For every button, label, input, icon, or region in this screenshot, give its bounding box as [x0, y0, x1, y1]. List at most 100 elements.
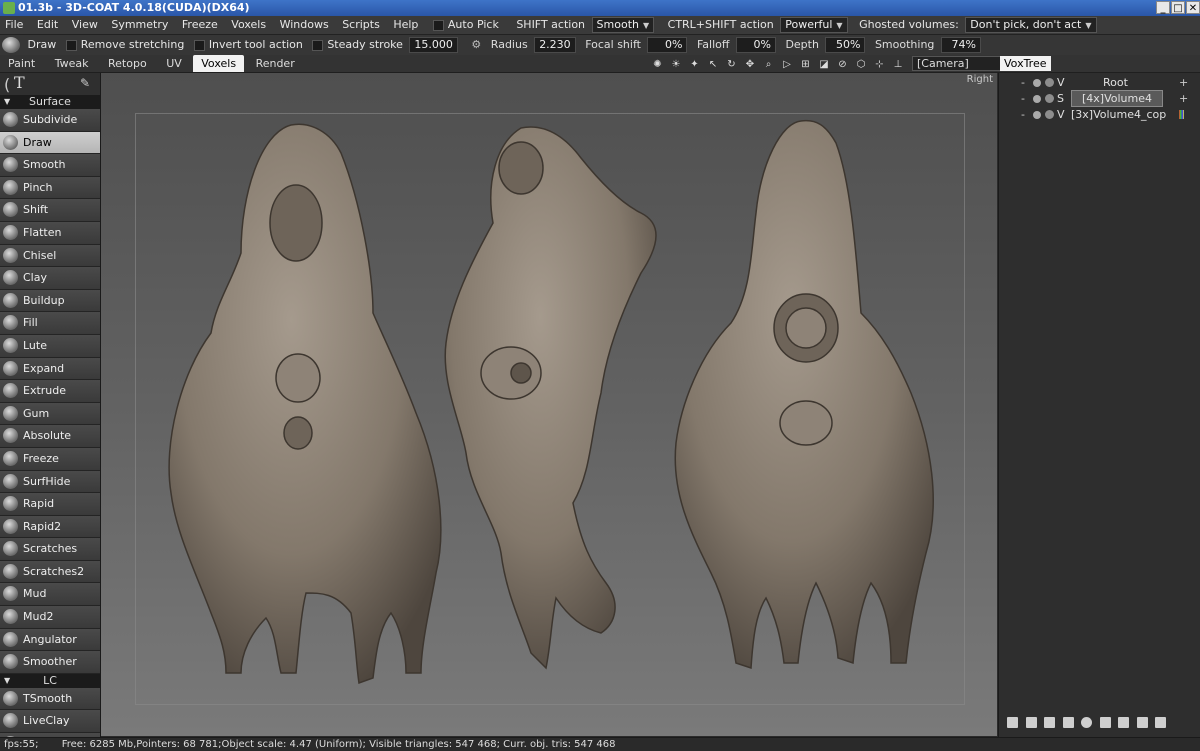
visibility-eye-icon[interactable]: [1033, 111, 1041, 119]
menu-symmetry[interactable]: Symmetry: [106, 16, 173, 34]
depth-field[interactable]: 50%: [825, 37, 866, 53]
menu-edit[interactable]: Edit: [32, 16, 63, 34]
clone-layer-icon[interactable]: [1044, 717, 1055, 728]
tool-mud[interactable]: Mud: [0, 583, 100, 607]
options-layer-icon[interactable]: [1155, 717, 1166, 728]
ghost-sphere-icon[interactable]: [1045, 94, 1054, 103]
brush-icon[interactable]: (: [4, 75, 10, 94]
axis-icon[interactable]: ⊥: [892, 58, 905, 71]
tab-voxtree[interactable]: VoxTree: [1000, 56, 1051, 71]
tool-gum[interactable]: Gum: [0, 402, 100, 426]
split-layer-icon[interactable]: [1136, 717, 1148, 728]
visibility-eye-icon[interactable]: [1033, 95, 1041, 103]
cube-icon[interactable]: ⬡: [855, 58, 868, 71]
section-surface[interactable]: ▼ Surface: [0, 95, 100, 109]
steady-stroke-checkbox[interactable]: [312, 39, 324, 51]
tab-tweak[interactable]: Tweak: [47, 55, 97, 72]
lighting-icon[interactable]: ✦: [688, 58, 701, 71]
collapse-icon[interactable]: -: [1021, 91, 1025, 106]
pointer-icon[interactable]: ↖: [707, 58, 720, 71]
collapse-icon[interactable]: -: [1021, 107, 1025, 122]
light-icon[interactable]: ✺: [651, 58, 664, 71]
visibility-eye-icon[interactable]: [1033, 79, 1041, 87]
focal-shift-field[interactable]: 0%: [647, 37, 688, 53]
no-icon[interactable]: ⊘: [836, 58, 849, 71]
smoothing-field[interactable]: 74%: [940, 37, 981, 53]
tool-expand[interactable]: Expand: [0, 357, 100, 381]
tool-lute[interactable]: Lute: [0, 334, 100, 358]
voxtree-row-root[interactable]: - V Root +: [999, 75, 1200, 90]
tool-draw[interactable]: Draw: [0, 131, 100, 155]
tool-scratches[interactable]: Scratches: [0, 538, 100, 561]
tab-retopo[interactable]: Retopo: [100, 55, 155, 72]
tool-liveclay[interactable]: LiveClay: [0, 710, 100, 734]
steady-stroke-field[interactable]: 15.000: [409, 37, 458, 53]
tool-flatten[interactable]: Flatten: [0, 221, 100, 245]
camera-select[interactable]: [Camera]▼: [912, 56, 1015, 71]
add-layer-icon[interactable]: +: [1179, 91, 1188, 106]
menu-windows[interactable]: Windows: [275, 16, 334, 34]
tool-mud2[interactable]: Mud2: [0, 606, 100, 629]
tab-paint[interactable]: Paint: [0, 55, 43, 72]
select-icon[interactable]: ▷: [781, 58, 794, 71]
pen-icon[interactable]: ✎: [80, 76, 90, 90]
tool-buildup[interactable]: Buildup: [0, 289, 100, 313]
move-icon[interactable]: ✥: [744, 58, 757, 71]
menu-file[interactable]: File: [0, 16, 28, 34]
tool-scratches2[interactable]: Scratches2: [0, 560, 100, 584]
sphere-icon[interactable]: [1081, 717, 1092, 728]
voxtree-row-volume4-copy[interactable]: - V [3x]Volume4_cop: [999, 107, 1200, 122]
invert-tool-checkbox[interactable]: [193, 39, 205, 51]
tool-clay[interactable]: Clay: [0, 267, 100, 290]
tab-voxels[interactable]: Voxels: [193, 55, 245, 72]
tool-smooth[interactable]: Smooth: [0, 154, 100, 177]
falloff-field[interactable]: 0%: [735, 37, 776, 53]
text-tool-icon[interactable]: T: [14, 73, 25, 92]
perspective-icon[interactable]: ◪: [818, 58, 831, 71]
copy-layer-icon[interactable]: [1099, 717, 1111, 728]
menu-scripts[interactable]: Scripts: [337, 16, 385, 34]
tool-tsmooth[interactable]: TSmooth: [0, 687, 100, 711]
menu-help[interactable]: Help: [388, 16, 423, 34]
tool-smoother[interactable]: Smoother: [0, 651, 100, 674]
section-lc[interactable]: ▼ LC: [0, 673, 100, 688]
tool-pinch[interactable]: Pinch: [0, 176, 100, 200]
auto-pick-checkbox[interactable]: [432, 19, 444, 31]
tool-fill[interactable]: Fill: [0, 312, 100, 335]
menu-freeze[interactable]: Freeze: [177, 16, 223, 34]
tool-angulator[interactable]: Angulator: [0, 628, 100, 652]
zoom-icon[interactable]: ⌕: [762, 58, 775, 71]
all-views-icon[interactable]: ⊞: [799, 58, 812, 71]
tool-shift[interactable]: Shift: [0, 199, 100, 222]
radius-field[interactable]: 2.230: [534, 37, 576, 53]
ghost-sphere-icon[interactable]: [1045, 78, 1054, 87]
tool-absolute[interactable]: Absolute: [0, 425, 100, 448]
tool-surfhide[interactable]: SurfHide: [0, 470, 100, 494]
rotate-icon[interactable]: ↻: [725, 58, 738, 71]
ghosted-volumes-select[interactable]: Don't pick, don't act ▼: [965, 17, 1097, 33]
close-button[interactable]: ✕: [1186, 1, 1200, 14]
merge-layer-icon[interactable]: [1062, 717, 1074, 728]
voxtree-row-volume4[interactable]: - S [4x]Volume4 +: [999, 90, 1200, 107]
tab-uv[interactable]: UV: [158, 55, 190, 72]
delete-layer-icon[interactable]: [1025, 717, 1037, 728]
maximize-button[interactable]: □: [1171, 1, 1185, 14]
ctrl-shift-action-select[interactable]: Powerful ▼: [780, 17, 848, 33]
move-layer-icon[interactable]: [1118, 717, 1129, 728]
bulb-icon[interactable]: ☀: [670, 58, 683, 71]
minimize-button[interactable]: _: [1156, 1, 1170, 14]
tool-rapid[interactable]: Rapid: [0, 493, 100, 516]
tool-extrude[interactable]: Extrude: [0, 380, 100, 403]
tool-subdivide[interactable]: Subdivide: [0, 109, 100, 132]
ghost-sphere-icon[interactable]: [1045, 110, 1054, 119]
color-icon[interactable]: [1179, 110, 1184, 119]
viewport-3d[interactable]: Right: [101, 73, 997, 736]
menu-view[interactable]: View: [67, 16, 103, 34]
tool-freeze[interactable]: Freeze: [0, 447, 100, 471]
grid-icon[interactable]: ⊹: [873, 58, 886, 71]
add-layer-icon[interactable]: +: [1179, 75, 1188, 90]
tool-chisel[interactable]: Chisel: [0, 244, 100, 268]
new-layer-icon[interactable]: [1007, 717, 1018, 728]
shift-action-select[interactable]: Smooth ▼: [591, 17, 655, 33]
tab-render[interactable]: Render: [248, 55, 303, 72]
